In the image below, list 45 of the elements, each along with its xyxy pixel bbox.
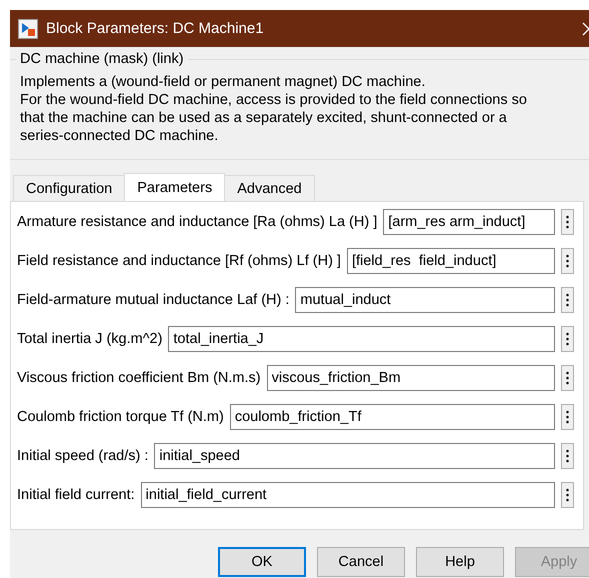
parameter-field[interactable]: total_inertia_J bbox=[168, 326, 555, 352]
parameter-label: Coulomb friction torque Tf (N.m) bbox=[17, 409, 224, 425]
more-button[interactable] bbox=[561, 404, 574, 430]
parameter-label: Initial speed (rad/s) : bbox=[17, 448, 148, 464]
parameter-label: Total inertia J (kg.m^2) bbox=[17, 331, 162, 347]
tab[interactable]: Parameters bbox=[124, 173, 226, 201]
more-button[interactable] bbox=[561, 287, 574, 313]
dialog-button[interactable]: OK bbox=[218, 547, 306, 577]
parameter-field[interactable]: [field_res field_induct] bbox=[346, 248, 555, 274]
kebab-icon bbox=[566, 332, 569, 346]
more-button[interactable] bbox=[561, 326, 574, 352]
more-button[interactable] bbox=[561, 365, 574, 391]
parameter-field[interactable]: initial_field_current bbox=[140, 482, 555, 508]
dialog-button[interactable]: Help bbox=[416, 547, 504, 577]
kebab-icon bbox=[566, 488, 569, 502]
dialog-button[interactable]: Cancel bbox=[317, 547, 405, 577]
parameter-label: Initial field current: bbox=[17, 487, 135, 503]
kebab-icon bbox=[566, 293, 569, 307]
description-text: that the machine can be used as a separately excited, shunt-connected or a bbox=[20, 109, 508, 127]
parameter-field[interactable]: mutual_induct bbox=[295, 287, 555, 313]
kebab-icon bbox=[566, 215, 569, 229]
window-title: Block Parameters: DC Machine1 bbox=[46, 20, 265, 37]
parameter-label: Field resistance and inductance [Rf (ohms) Lf (H) ] bbox=[17, 253, 341, 269]
kebab-icon bbox=[566, 371, 569, 385]
parameter-field[interactable]: [arm_res arm_induct] bbox=[383, 209, 555, 235]
parameter-field[interactable]: viscous_friction_Bm bbox=[266, 365, 555, 391]
parameter-field[interactable]: coulomb_friction_Tf bbox=[230, 404, 555, 430]
kebab-icon bbox=[566, 254, 569, 268]
parameter-label: Armature resistance and inductance [Ra (ohms) La (H) ] bbox=[17, 214, 378, 230]
more-button[interactable] bbox=[561, 443, 574, 469]
parameter-label: Viscous friction coefficient Bm (N.m.s) bbox=[17, 370, 261, 386]
description-text: Implements a (wound-field or permanent magnet) DC machine. bbox=[20, 73, 426, 91]
tab[interactable]: Configuration bbox=[13, 175, 126, 201]
kebab-icon bbox=[566, 449, 569, 463]
kebab-icon bbox=[566, 410, 569, 424]
more-button[interactable] bbox=[561, 248, 574, 274]
description-text: series-connected DC machine. bbox=[20, 127, 220, 145]
parameter-field[interactable]: initial_speed bbox=[154, 443, 555, 469]
tab[interactable]: Advanced bbox=[224, 175, 315, 201]
more-button[interactable] bbox=[561, 209, 574, 235]
group-title: DC machine (mask) (link) bbox=[19, 51, 185, 67]
description-text: For the wound-field DC machine, access is provided to the field connections so bbox=[20, 91, 528, 109]
more-button[interactable] bbox=[561, 482, 574, 508]
parameter-label: Field-armature mutual inductance Laf (H) : bbox=[17, 292, 290, 308]
app-icon bbox=[18, 18, 38, 38]
